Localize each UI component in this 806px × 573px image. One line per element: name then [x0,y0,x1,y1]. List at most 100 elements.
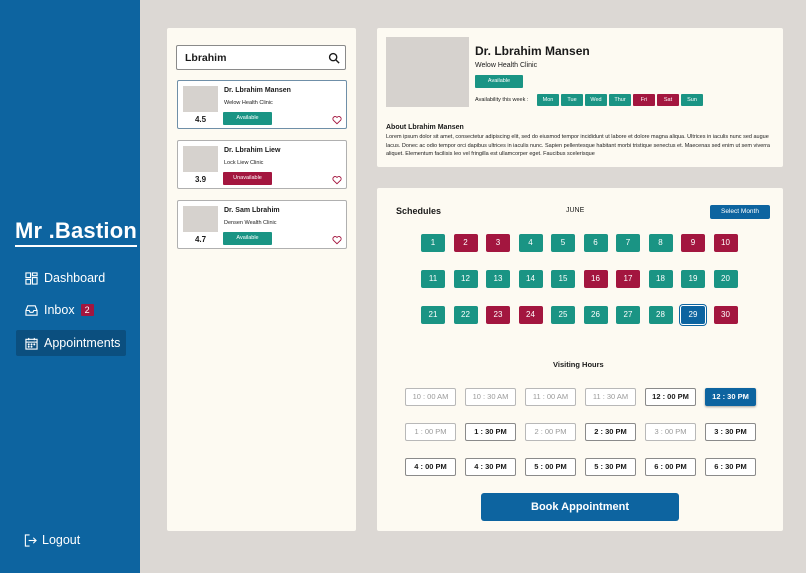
favorite-heart-icon[interactable] [332,115,342,125]
nav-label-inbox: Inbox [44,303,75,317]
weekday-badge: Sat [657,94,679,106]
time-slot[interactable]: 11 : 00 AM [525,388,576,406]
favorite-heart-icon[interactable] [332,235,342,245]
weekday-badge: Tue [561,94,583,106]
calendar-date[interactable]: 25 [551,306,575,324]
calendar-date[interactable]: 23 [486,306,510,324]
time-slot[interactable]: 12 : 30 PM [705,388,756,406]
calendar-date[interactable]: 15 [551,270,575,288]
calendar-date[interactable]: 7 [616,234,640,252]
time-slot[interactable]: 6 : 00 PM [645,458,696,476]
doctor-rating: 4.5 [194,115,207,124]
calendar-date[interactable]: 27 [616,306,640,324]
doctor-name: Dr. Sam Lbrahim [224,207,280,214]
time-slot[interactable]: 5 : 00 PM [525,458,576,476]
calendar-date[interactable]: 9 [681,234,705,252]
calendar-date[interactable]: 11 [421,270,445,288]
doctor-clinic: Welow Health Clinic [224,100,273,106]
calendar-date[interactable]: 16 [583,270,608,288]
calendar-date[interactable]: 5 [551,234,575,252]
calendar-date[interactable]: 13 [486,270,510,288]
calendar-date[interactable]: 3 [486,234,510,252]
calendar-date[interactable]: 18 [648,270,673,288]
time-slot[interactable]: 3 : 00 PM [645,423,696,441]
doctor-profile-name: Dr. Lbrahim Mansen [475,44,590,58]
time-slot[interactable]: 11 : 30 AM [585,388,636,406]
calendar-date[interactable]: 21 [421,306,445,324]
time-slot[interactable]: 1 : 30 PM [465,423,516,441]
time-slot[interactable]: 12 : 00 PM [645,388,696,406]
doctor-rating: 4.7 [194,235,207,244]
weekday-badge: Fri [633,94,655,106]
nav-item-dashboard[interactable]: Dashboard [16,265,126,291]
sidebar: Mr .Bastion Dashboard Inbox 2 Appointmen… [0,0,140,573]
select-month-button[interactable]: Select Month [710,205,770,219]
time-slot[interactable]: 6 : 30 PM [705,458,756,476]
calendar-date[interactable]: 14 [518,270,543,288]
doctor-profile-status-badge: Available [475,75,523,88]
nav-item-inbox[interactable]: Inbox 2 [16,297,126,323]
doctor-rating: 3.9 [194,175,207,184]
calendar-icon [25,337,38,350]
calendar-date[interactable]: 6 [583,234,608,252]
book-appointment-button[interactable]: Book Appointment [481,493,679,521]
search-icon[interactable] [328,52,340,64]
time-slot[interactable]: 1 : 00 PM [405,423,456,441]
schedule-panel: Schedules JUNE Select Month Visiting Hou… [377,188,783,531]
calendar-date[interactable]: 29 [681,306,705,324]
search-input[interactable] [177,51,322,64]
time-slot[interactable]: 5 : 30 PM [585,458,636,476]
doctor-thumbnail [183,86,218,112]
dashboard-icon [25,271,38,285]
time-slot[interactable]: 2 : 00 PM [525,423,576,441]
calendar-date[interactable]: 8 [648,234,673,252]
time-slot[interactable]: 3 : 30 PM [705,423,756,441]
doctor-clinic: Lock Liew Clinic [224,160,264,166]
doctor-name: Dr. Lbrahim Liew [224,147,281,154]
inbox-icon [25,304,38,316]
month-label: JUNE [566,207,585,214]
weekday-availability: Mon Tue Wed Thur Fri Sat Sun [537,94,703,106]
calendar-date[interactable]: 12 [453,270,478,288]
favorite-heart-icon[interactable] [332,175,342,185]
nav-label-appointments: Appointments [44,336,121,350]
calendar-date[interactable]: 22 [453,306,478,324]
doctor-thumbnail [183,146,218,172]
time-slot[interactable]: 2 : 30 PM [585,423,636,441]
logout-label: Logout [42,533,81,547]
weekday-badge: Mon [537,94,559,106]
brand-title: Mr .Bastion [15,218,137,247]
time-slot[interactable]: 10 : 30 AM [465,388,516,406]
about-title: About Lbrahim Mansen [386,124,464,131]
calendar-date[interactable]: 17 [616,270,640,288]
doctor-status-badge: Available [223,232,272,245]
doctor-clinic: Densen Wealth Clinic [224,220,277,226]
calendar-date[interactable]: 20 [713,270,738,288]
doctor-card[interactable]: 3.9 Dr. Lbrahim Liew Lock Liew Clinic Unava… [177,140,347,189]
doctor-profile-panel: Dr. Lbrahim Mansen Welow Health Clinic A… [377,28,783,167]
doctor-list-panel: 4.5 Dr. Lbrahim Mansen Welow Health Clinic… [167,28,356,531]
doctor-profile-clinic: Welow Health Clinic [475,62,538,69]
logout-button[interactable]: Logout [24,533,80,547]
calendar-date[interactable]: 28 [648,306,673,324]
doctor-card[interactable]: 4.5 Dr. Lbrahim Mansen Welow Health Clinic… [177,80,347,129]
calendar-date[interactable]: 30 [713,306,738,324]
doctor-card[interactable]: 4.7 Dr. Sam Lbrahim Densen Wealth Clinic Av… [177,200,347,249]
calendar-date[interactable]: 1 [421,234,445,252]
calendar-date[interactable]: 26 [583,306,608,324]
weekday-badge: Wed [585,94,607,106]
calendar-date[interactable]: 24 [518,306,543,324]
about-text: Lorem ipsum dolor sit amet, consectetur … [386,134,770,157]
doctor-status-badge: Unavailable [223,172,272,185]
calendar-date[interactable]: 2 [453,234,478,252]
time-slot[interactable]: 4 : 30 PM [465,458,516,476]
calendar-date[interactable]: 10 [713,234,738,252]
logout-icon [24,533,37,547]
time-slot[interactable]: 4 : 00 PM [405,458,456,476]
calendar-date[interactable]: 4 [518,234,543,252]
calendar-date[interactable]: 19 [681,270,705,288]
search-box [176,45,346,70]
time-slot[interactable]: 10 : 00 AM [405,388,456,406]
nav-item-appointments[interactable]: Appointments [16,330,126,356]
doctor-photo [386,37,469,107]
